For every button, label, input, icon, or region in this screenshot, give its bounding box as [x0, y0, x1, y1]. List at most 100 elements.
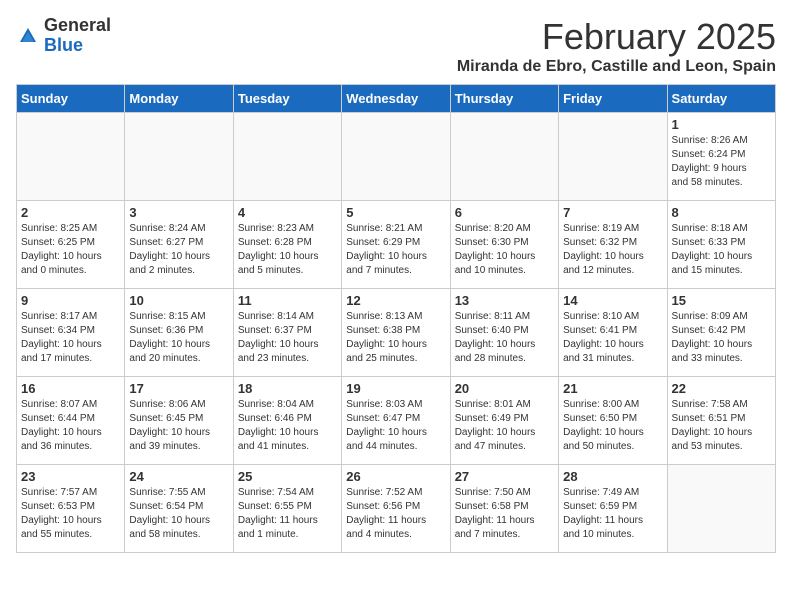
logo-text: General Blue: [44, 16, 111, 56]
day-number: 16: [21, 381, 120, 396]
day-info: Sunrise: 8:26 AM Sunset: 6:24 PM Dayligh…: [672, 134, 771, 190]
calendar-cell: 23Sunrise: 7:57 AM Sunset: 6:53 PM Dayli…: [17, 465, 125, 553]
day-info: Sunrise: 8:24 AM Sunset: 6:27 PM Dayligh…: [129, 222, 228, 278]
week-row-4: 23Sunrise: 7:57 AM Sunset: 6:53 PM Dayli…: [17, 465, 776, 553]
day-info: Sunrise: 8:04 AM Sunset: 6:46 PM Dayligh…: [238, 398, 337, 454]
calendar-cell: 1 Sunrise: 8:26 AM Sunset: 6:24 PM Daylig…: [667, 113, 775, 201]
calendar-cell: 7 Sunrise: 8:19 AM Sunset: 6:32 PM Daylig…: [559, 201, 667, 289]
header-day-wednesday: Wednesday: [342, 85, 450, 113]
day-info: Sunrise: 8:14 AM Sunset: 6:37 PM Dayligh…: [238, 310, 337, 366]
day-number: 21: [563, 381, 662, 396]
day-info: Sunrise: 8:10 AM Sunset: 6:41 PM Dayligh…: [563, 310, 662, 366]
calendar-cell: 17Sunrise: 8:06 AM Sunset: 6:45 PM Dayli…: [125, 377, 233, 465]
calendar: SundayMondayTuesdayWednesdayThursdayFrid…: [16, 84, 776, 553]
day-number: 27: [455, 469, 554, 484]
day-info: Sunrise: 8:20 AM Sunset: 6:30 PM Dayligh…: [455, 222, 554, 278]
day-number: 13: [455, 293, 554, 308]
day-number: 1: [672, 117, 771, 132]
calendar-cell: 3 Sunrise: 8:24 AM Sunset: 6:27 PM Daylig…: [125, 201, 233, 289]
day-info: Sunrise: 8:17 AM Sunset: 6:34 PM Dayligh…: [21, 310, 120, 366]
day-number: 20: [455, 381, 554, 396]
day-info: Sunrise: 8:13 AM Sunset: 6:38 PM Dayligh…: [346, 310, 445, 366]
day-number: 3: [129, 205, 228, 220]
logo-blue: Blue: [44, 36, 111, 56]
calendar-cell: [17, 113, 125, 201]
day-info: Sunrise: 8:03 AM Sunset: 6:47 PM Dayligh…: [346, 398, 445, 454]
calendar-cell: 4Sunrise: 8:23 AM Sunset: 6:28 PM Daylig…: [233, 201, 341, 289]
calendar-cell: 12 Sunrise: 8:13 AM Sunset: 6:38 PM Dayli…: [342, 289, 450, 377]
day-number: 11: [238, 293, 337, 308]
day-info: Sunrise: 8:23 AM Sunset: 6:28 PM Dayligh…: [238, 222, 337, 278]
calendar-cell: 10 Sunrise: 8:15 AM Sunset: 6:36 PM Dayli…: [125, 289, 233, 377]
header-day-monday: Monday: [125, 85, 233, 113]
day-info: Sunrise: 7:57 AM Sunset: 6:53 PM Dayligh…: [21, 486, 120, 542]
header: General Blue February 2025 Miranda de Eb…: [16, 16, 776, 76]
day-info: Sunrise: 7:58 AM Sunset: 6:51 PM Dayligh…: [672, 398, 771, 454]
week-row-3: 16 Sunrise: 8:07 AM Sunset: 6:44 PM Dayli…: [17, 377, 776, 465]
calendar-cell: [125, 113, 233, 201]
day-info: Sunrise: 7:50 AM Sunset: 6:58 PM Dayligh…: [455, 486, 554, 542]
calendar-body: 1 Sunrise: 8:26 AM Sunset: 6:24 PM Daylig…: [17, 113, 776, 553]
month-title: February 2025: [457, 16, 776, 58]
header-day-thursday: Thursday: [450, 85, 558, 113]
day-number: 26: [346, 469, 445, 484]
day-info: Sunrise: 8:11 AM Sunset: 6:40 PM Dayligh…: [455, 310, 554, 366]
calendar-cell: [450, 113, 558, 201]
day-info: Sunrise: 8:25 AM Sunset: 6:25 PM Dayligh…: [21, 222, 120, 278]
calendar-cell: 21 Sunrise: 8:00 AM Sunset: 6:50 PM Dayli…: [559, 377, 667, 465]
day-number: 5: [346, 205, 445, 220]
logo-icon: [16, 24, 40, 48]
header-day-sunday: Sunday: [17, 85, 125, 113]
day-number: 2: [21, 205, 120, 220]
day-number: 7: [563, 205, 662, 220]
calendar-cell: 25Sunrise: 7:54 AM Sunset: 6:55 PM Dayli…: [233, 465, 341, 553]
calendar-cell: 26 Sunrise: 7:52 AM Sunset: 6:56 PM Dayli…: [342, 465, 450, 553]
day-info: Sunrise: 7:55 AM Sunset: 6:54 PM Dayligh…: [129, 486, 228, 542]
day-number: 14: [563, 293, 662, 308]
day-number: 12: [346, 293, 445, 308]
header-day-tuesday: Tuesday: [233, 85, 341, 113]
day-number: 15: [672, 293, 771, 308]
day-info: Sunrise: 7:52 AM Sunset: 6:56 PM Dayligh…: [346, 486, 445, 542]
day-number: 19: [346, 381, 445, 396]
header-day-friday: Friday: [559, 85, 667, 113]
calendar-cell: 8 Sunrise: 8:18 AM Sunset: 6:33 PM Daylig…: [667, 201, 775, 289]
day-info: Sunrise: 8:06 AM Sunset: 6:45 PM Dayligh…: [129, 398, 228, 454]
header-day-saturday: Saturday: [667, 85, 775, 113]
calendar-cell: 19 Sunrise: 8:03 AM Sunset: 6:47 PM Dayli…: [342, 377, 450, 465]
day-info: Sunrise: 7:49 AM Sunset: 6:59 PM Dayligh…: [563, 486, 662, 542]
day-number: 22: [672, 381, 771, 396]
calendar-cell: [342, 113, 450, 201]
day-info: Sunrise: 8:21 AM Sunset: 6:29 PM Dayligh…: [346, 222, 445, 278]
calendar-cell: 5 Sunrise: 8:21 AM Sunset: 6:29 PM Daylig…: [342, 201, 450, 289]
day-info: Sunrise: 8:19 AM Sunset: 6:32 PM Dayligh…: [563, 222, 662, 278]
logo-general: General: [44, 16, 111, 36]
week-row-1: 2 Sunrise: 8:25 AM Sunset: 6:25 PM Daylig…: [17, 201, 776, 289]
calendar-cell: 13 Sunrise: 8:11 AM Sunset: 6:40 PM Dayli…: [450, 289, 558, 377]
calendar-cell: [233, 113, 341, 201]
location-title: Miranda de Ebro, Castille and Leon, Spai…: [457, 58, 776, 76]
day-info: Sunrise: 8:07 AM Sunset: 6:44 PM Dayligh…: [21, 398, 120, 454]
day-info: Sunrise: 8:00 AM Sunset: 6:50 PM Dayligh…: [563, 398, 662, 454]
week-row-0: 1 Sunrise: 8:26 AM Sunset: 6:24 PM Daylig…: [17, 113, 776, 201]
day-number: 10: [129, 293, 228, 308]
header-row: SundayMondayTuesdayWednesdayThursdayFrid…: [17, 85, 776, 113]
day-number: 28: [563, 469, 662, 484]
day-info: Sunrise: 8:18 AM Sunset: 6:33 PM Dayligh…: [672, 222, 771, 278]
day-info: Sunrise: 8:09 AM Sunset: 6:42 PM Dayligh…: [672, 310, 771, 366]
day-number: 24: [129, 469, 228, 484]
calendar-header: SundayMondayTuesdayWednesdayThursdayFrid…: [17, 85, 776, 113]
calendar-cell: 16 Sunrise: 8:07 AM Sunset: 6:44 PM Dayli…: [17, 377, 125, 465]
day-number: 8: [672, 205, 771, 220]
calendar-cell: 9Sunrise: 8:17 AM Sunset: 6:34 PM Daylig…: [17, 289, 125, 377]
calendar-cell: 2 Sunrise: 8:25 AM Sunset: 6:25 PM Daylig…: [17, 201, 125, 289]
day-info: Sunrise: 8:15 AM Sunset: 6:36 PM Dayligh…: [129, 310, 228, 366]
logo: General Blue: [16, 16, 111, 56]
day-info: Sunrise: 7:54 AM Sunset: 6:55 PM Dayligh…: [238, 486, 337, 542]
calendar-cell: 22 Sunrise: 7:58 AM Sunset: 6:51 PM Dayli…: [667, 377, 775, 465]
calendar-cell: 6 Sunrise: 8:20 AM Sunset: 6:30 PM Daylig…: [450, 201, 558, 289]
week-row-2: 9Sunrise: 8:17 AM Sunset: 6:34 PM Daylig…: [17, 289, 776, 377]
calendar-cell: 11 Sunrise: 8:14 AM Sunset: 6:37 PM Dayli…: [233, 289, 341, 377]
calendar-cell: 28 Sunrise: 7:49 AM Sunset: 6:59 PM Dayli…: [559, 465, 667, 553]
day-number: 6: [455, 205, 554, 220]
